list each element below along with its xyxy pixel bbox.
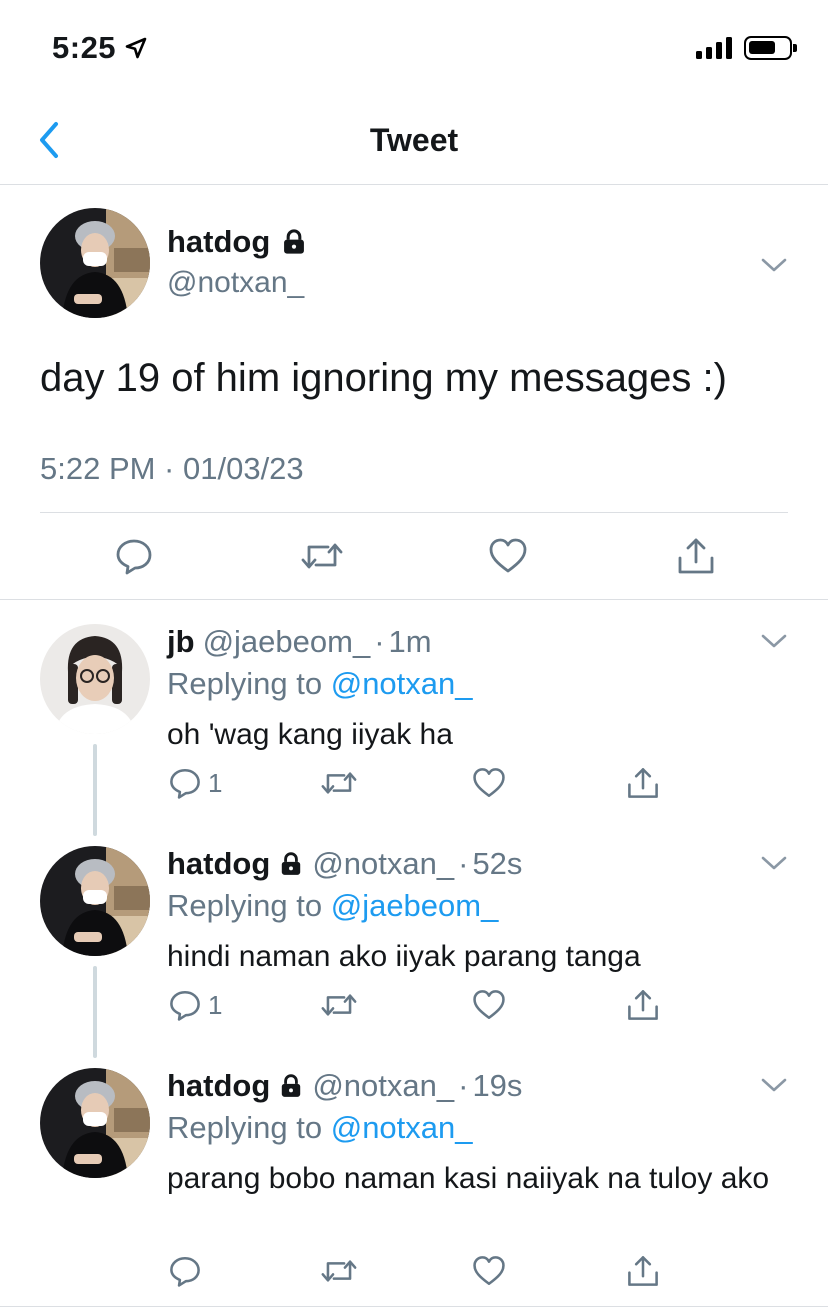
reply-button[interactable]: 1	[168, 766, 222, 800]
share-icon	[628, 990, 658, 1020]
like-button[interactable]	[472, 988, 506, 1022]
share-icon	[628, 768, 658, 798]
reply-header: jb @jaebeom_ · 1m	[167, 624, 432, 660]
chevron-down-icon	[761, 634, 787, 648]
author-handle[interactable]: @notxan_	[312, 846, 454, 882]
lock-icon	[278, 1073, 304, 1099]
author-name[interactable]: jb	[167, 624, 195, 660]
reply-count: 1	[208, 767, 223, 798]
separator: ·	[374, 624, 385, 659]
reply-actions	[0, 1254, 828, 1304]
chevron-down-icon	[761, 856, 787, 870]
like-button[interactable]	[472, 766, 506, 800]
status-time: 5:25	[52, 30, 148, 66]
share-button[interactable]	[676, 536, 716, 576]
replying-to: Replying to @notxan_	[167, 666, 473, 702]
author-name[interactable]: hatdog	[167, 1068, 270, 1104]
chevron-down-icon	[761, 1078, 787, 1092]
lock-icon	[284, 229, 305, 254]
reply-header: hatdog @notxan_ · 52s	[167, 846, 522, 882]
reply-text: hindi naman ako iiyak parang tanga	[167, 940, 641, 973]
location-arrow-icon	[125, 37, 147, 59]
retweet-icon	[321, 1260, 357, 1282]
comment-icon	[116, 539, 152, 575]
author-name-text: hatdog	[167, 224, 271, 259]
like-button[interactable]	[488, 536, 528, 576]
author-name[interactable]: hatdog	[167, 846, 270, 882]
reply-count: 1	[208, 989, 223, 1020]
reply-time[interactable]: 1m	[389, 624, 432, 660]
author-handle[interactable]: @notxan_	[167, 266, 304, 300]
reply-button[interactable]	[168, 1254, 202, 1288]
reply-tweet[interactable]: hatdog @notxan_ · 19s Replying to @notxa…	[0, 1068, 828, 1248]
battery-icon	[744, 36, 797, 60]
replying-to-label: Replying to	[167, 888, 323, 923]
mention-link[interactable]: @jaebeom_	[331, 888, 499, 923]
replying-to: Replying to @notxan_	[167, 1110, 473, 1146]
comment-icon	[170, 990, 200, 1021]
author-name[interactable]: hatdog	[167, 224, 308, 260]
avatar[interactable]	[40, 624, 150, 734]
status-indicators	[696, 36, 797, 60]
share-icon	[678, 538, 714, 574]
share-button[interactable]	[626, 1254, 660, 1288]
tweet-timestamp[interactable]: 5:22 PM · 01/03/23	[40, 451, 304, 487]
heart-icon	[489, 538, 527, 573]
reply-header: hatdog @notxan_ · 19s	[167, 1068, 522, 1104]
tweet-actions	[0, 516, 828, 596]
mention-link[interactable]: @notxan_	[331, 1110, 473, 1145]
retweet-button[interactable]	[300, 536, 343, 576]
reply-text: oh 'wag kang iiyak ha	[167, 718, 453, 751]
avatar[interactable]	[40, 846, 150, 956]
mention-link[interactable]: @notxan_	[331, 666, 473, 701]
reply-text: parang bobo naman kasi naiiyak na tuloy …	[167, 1162, 770, 1195]
heart-icon	[473, 990, 505, 1020]
page-title: Tweet	[369, 122, 459, 158]
more-options-button[interactable]	[760, 854, 788, 872]
more-options-button[interactable]	[760, 1076, 788, 1094]
chevron-down-icon	[761, 258, 787, 272]
lock-icon	[278, 851, 304, 877]
share-icon	[628, 1256, 658, 1286]
status-bar: 5:25	[0, 0, 828, 96]
author-handle[interactable]: @jaebeom_	[203, 624, 371, 660]
more-options-button[interactable]	[760, 256, 788, 274]
replying-to-label: Replying to	[167, 1110, 323, 1145]
heart-icon	[473, 768, 505, 798]
main-tweet: hatdog @notxan_ day 19 of him ignoring m…	[0, 186, 828, 600]
share-button[interactable]	[626, 988, 660, 1022]
more-options-button[interactable]	[760, 632, 788, 650]
reply-button[interactable]	[114, 536, 154, 576]
retweet-button[interactable]	[320, 988, 358, 1022]
retweet-icon	[321, 772, 357, 794]
like-button[interactable]	[472, 1254, 506, 1288]
retweet-icon	[301, 543, 343, 569]
tweet-text: day 19 of him ignoring my messages :)	[40, 356, 727, 400]
reply-button[interactable]: 1	[168, 988, 222, 1022]
divider	[40, 512, 788, 513]
retweet-button[interactable]	[320, 1254, 358, 1288]
retweet-button[interactable]	[320, 766, 358, 800]
divider	[0, 1306, 828, 1307]
reply-actions: 1	[0, 988, 828, 1038]
reply-time[interactable]: 52s	[472, 846, 522, 882]
cellular-signal-icon	[696, 37, 732, 59]
reply-actions: 1	[0, 766, 828, 816]
author-handle[interactable]: @notxan_	[312, 1068, 454, 1104]
reply-time[interactable]: 19s	[472, 1068, 522, 1104]
nav-bar: Tweet	[0, 96, 828, 185]
share-button[interactable]	[626, 766, 660, 800]
status-time-text: 5:25	[52, 30, 117, 65]
avatar[interactable]	[40, 1068, 150, 1178]
comment-icon	[170, 1256, 200, 1287]
avatar[interactable]	[40, 208, 150, 318]
heart-icon	[473, 1256, 505, 1286]
separator: ·	[458, 846, 469, 881]
replying-to: Replying to @jaebeom_	[167, 888, 498, 924]
replying-to-label: Replying to	[167, 666, 323, 701]
retweet-icon	[321, 994, 357, 1016]
separator: ·	[458, 1068, 469, 1103]
comment-icon	[170, 768, 200, 799]
